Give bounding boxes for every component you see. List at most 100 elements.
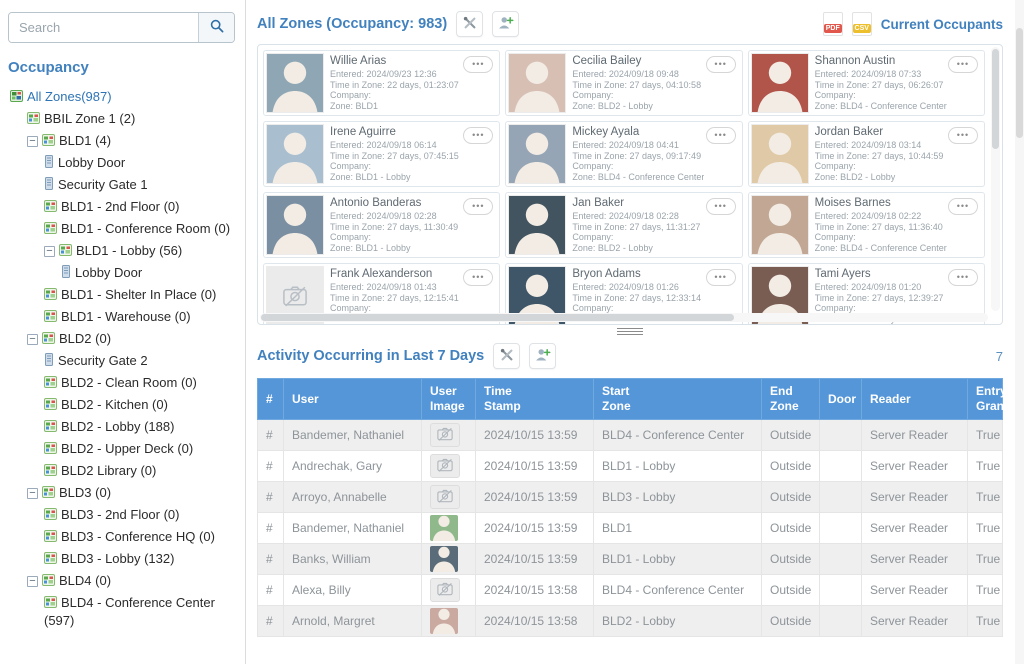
tree-item[interactable]: Lobby Door — [0, 152, 245, 174]
cards-horizontal-scrollbar-thumb[interactable] — [261, 314, 734, 321]
tree-item[interactable]: − BLD2 (0) — [0, 328, 245, 350]
tree-item[interactable]: Security Gate 2 — [0, 350, 245, 372]
occupant-entered: Entered: 2024/09/18 01:43 — [330, 282, 462, 293]
tree-item[interactable]: BLD2 - Upper Deck (0) — [0, 438, 245, 460]
occupant-time-in-zone: Time in Zone: 27 days, 10:44:59 — [815, 151, 944, 162]
occupant-card: Jordan BakerEntered: 2024/09/18 03:14Tim… — [748, 121, 985, 187]
tree-item-label: BLD4 - Conference Center (597) — [44, 595, 215, 628]
occupants-tools-button[interactable] — [456, 11, 483, 37]
page-scrollbar-thumb[interactable] — [1016, 28, 1023, 138]
occupants-add-person-button[interactable] — [492, 11, 519, 37]
no-image-button[interactable] — [430, 454, 460, 478]
occupant-menu-button[interactable]: ••• — [706, 127, 736, 144]
search-button[interactable] — [198, 13, 234, 42]
occupant-menu-button[interactable]: ••• — [706, 56, 736, 73]
cards-horizontal-scrollbar[interactable] — [260, 313, 988, 322]
tree-item[interactable]: −BLD4 (0) — [0, 570, 245, 592]
occupant-time-in-zone: Time in Zone: 27 days, 11:31:27 — [572, 222, 700, 233]
current-occupants-link[interactable]: Current Occupants — [881, 17, 1003, 32]
door — [820, 513, 862, 544]
occupant-menu-button[interactable]: ••• — [948, 198, 978, 215]
occupants-header-right: PDF CSV Current Occupants — [823, 12, 1003, 36]
occupant-photo — [508, 195, 566, 255]
no-image-button[interactable] — [430, 578, 460, 602]
activity-row: #Arroyo, Annabelle2024/10/15 13:59BLD3 -… — [258, 482, 1003, 513]
occupant-menu-button[interactable]: ••• — [463, 198, 493, 215]
no-image-button[interactable] — [430, 485, 460, 509]
no-image-button[interactable] — [430, 423, 460, 447]
door — [820, 420, 862, 451]
zone-icon — [27, 111, 40, 128]
tree-item[interactable]: All Zones(987) — [0, 86, 245, 108]
tree-item[interactable]: BLD1 - Warehouse (0) — [0, 306, 245, 328]
occupant-menu-button[interactable]: ••• — [463, 269, 493, 286]
occupant-card: Shannon AustinEntered: 2024/09/18 07:33T… — [748, 50, 985, 116]
search-input[interactable] — [9, 13, 198, 42]
cards-vertical-scrollbar-thumb[interactable] — [992, 49, 999, 149]
tree-item[interactable]: −BLD1 (4) — [0, 130, 245, 152]
tree-item[interactable]: BLD3 - Lobby (132) — [0, 548, 245, 570]
occupant-menu-button[interactable]: ••• — [948, 56, 978, 73]
tree-item[interactable]: BLD3 - Conference HQ (0) — [0, 526, 245, 548]
occupant-company: Company: — [330, 90, 459, 101]
export-pdf-icon[interactable]: PDF — [823, 12, 843, 36]
panel-splitter[interactable] — [257, 325, 1003, 338]
tree-item[interactable]: BLD1 - 2nd Floor (0) — [0, 196, 245, 218]
tree-item-label: BLD3 - Conference HQ (0) — [61, 529, 215, 544]
activity-add-person-button[interactable] — [529, 343, 556, 369]
tree-item-label: Lobby Door — [58, 155, 125, 170]
tree-item-label: BLD2 (0) — [59, 331, 111, 346]
page-scrollbar[interactable] — [1015, 0, 1024, 664]
tree-item-label: BLD3 - Lobby (132) — [61, 551, 174, 566]
tree-item[interactable]: BLD1 - Shelter In Place (0) — [0, 284, 245, 306]
entry-granted: True — [968, 482, 1003, 513]
tree-item[interactable]: BLD1 - Conference Room (0) — [0, 218, 245, 240]
activity-column-header: End Zone — [762, 379, 820, 420]
row-number: # — [258, 482, 284, 513]
activity-row: #Andrechak, Gary2024/10/15 13:59BLD1 - L… — [258, 451, 1003, 482]
tree-item[interactable]: BLD2 - Clean Room (0) — [0, 372, 245, 394]
occupant-zone: Zone: BLD1 — [330, 101, 459, 112]
tree-item[interactable]: BLD2 - Kitchen (0) — [0, 394, 245, 416]
user-image-cell — [422, 420, 476, 451]
time-stamp: 2024/10/15 13:59 — [476, 544, 594, 575]
tree-item[interactable]: BBIL Zone 1 (2) — [0, 108, 245, 130]
no-image-icon — [436, 487, 454, 508]
entry-granted: True — [968, 451, 1003, 482]
occupant-name: Tami Ayers — [815, 267, 944, 281]
activity-column-header: Reader — [862, 379, 968, 420]
row-number: # — [258, 575, 284, 606]
collapse-toggle-icon[interactable]: − — [27, 488, 38, 499]
occupant-menu-button[interactable]: ••• — [948, 269, 978, 286]
collapse-toggle-icon[interactable]: − — [27, 136, 38, 147]
collapse-toggle-icon[interactable]: − — [27, 576, 38, 587]
tree-item[interactable]: BLD2 - Lobby (188) — [0, 416, 245, 438]
occupant-menu-button[interactable]: ••• — [948, 127, 978, 144]
tree-item[interactable]: Lobby Door — [0, 262, 245, 284]
tree-item[interactable]: BLD4 - Conference Center (597) — [0, 592, 245, 631]
tree-item[interactable]: Security Gate 1 — [0, 174, 245, 196]
occupant-card: Jan BakerEntered: 2024/09/18 02:28Time i… — [505, 192, 742, 258]
user-photo — [430, 515, 458, 541]
tree-item[interactable]: −BLD1 - Lobby (56) — [0, 240, 245, 262]
occupant-menu-button[interactable]: ••• — [706, 198, 736, 215]
reader: Server Reader — [862, 451, 968, 482]
occupant-menu-button[interactable]: ••• — [463, 127, 493, 144]
occupant-entered: Entered: 2024/09/18 02:28 — [330, 211, 458, 222]
end-zone: Outside — [762, 451, 820, 482]
occupant-menu-button[interactable]: ••• — [706, 269, 736, 286]
zone-icon — [44, 441, 57, 458]
tree-item[interactable]: −BLD3 (0) — [0, 482, 245, 504]
occupant-menu-button[interactable]: ••• — [463, 56, 493, 73]
cards-vertical-scrollbar[interactable] — [991, 47, 1000, 311]
tree-item[interactable]: BLD2 Library (0) — [0, 460, 245, 482]
collapse-toggle-icon[interactable]: − — [27, 334, 38, 345]
tree-item-label: BLD2 - Upper Deck (0) — [61, 441, 193, 456]
tree-item[interactable]: BLD3 - 2nd Floor (0) — [0, 504, 245, 526]
occupancy-heading: Occupancy — [8, 59, 235, 76]
search-box — [8, 12, 235, 43]
tree-item-label: BLD2 Library (0) — [61, 463, 156, 478]
collapse-toggle-icon[interactable]: − — [44, 246, 55, 257]
activity-tools-button[interactable] — [493, 343, 520, 369]
export-csv-icon[interactable]: CSV — [852, 12, 872, 36]
